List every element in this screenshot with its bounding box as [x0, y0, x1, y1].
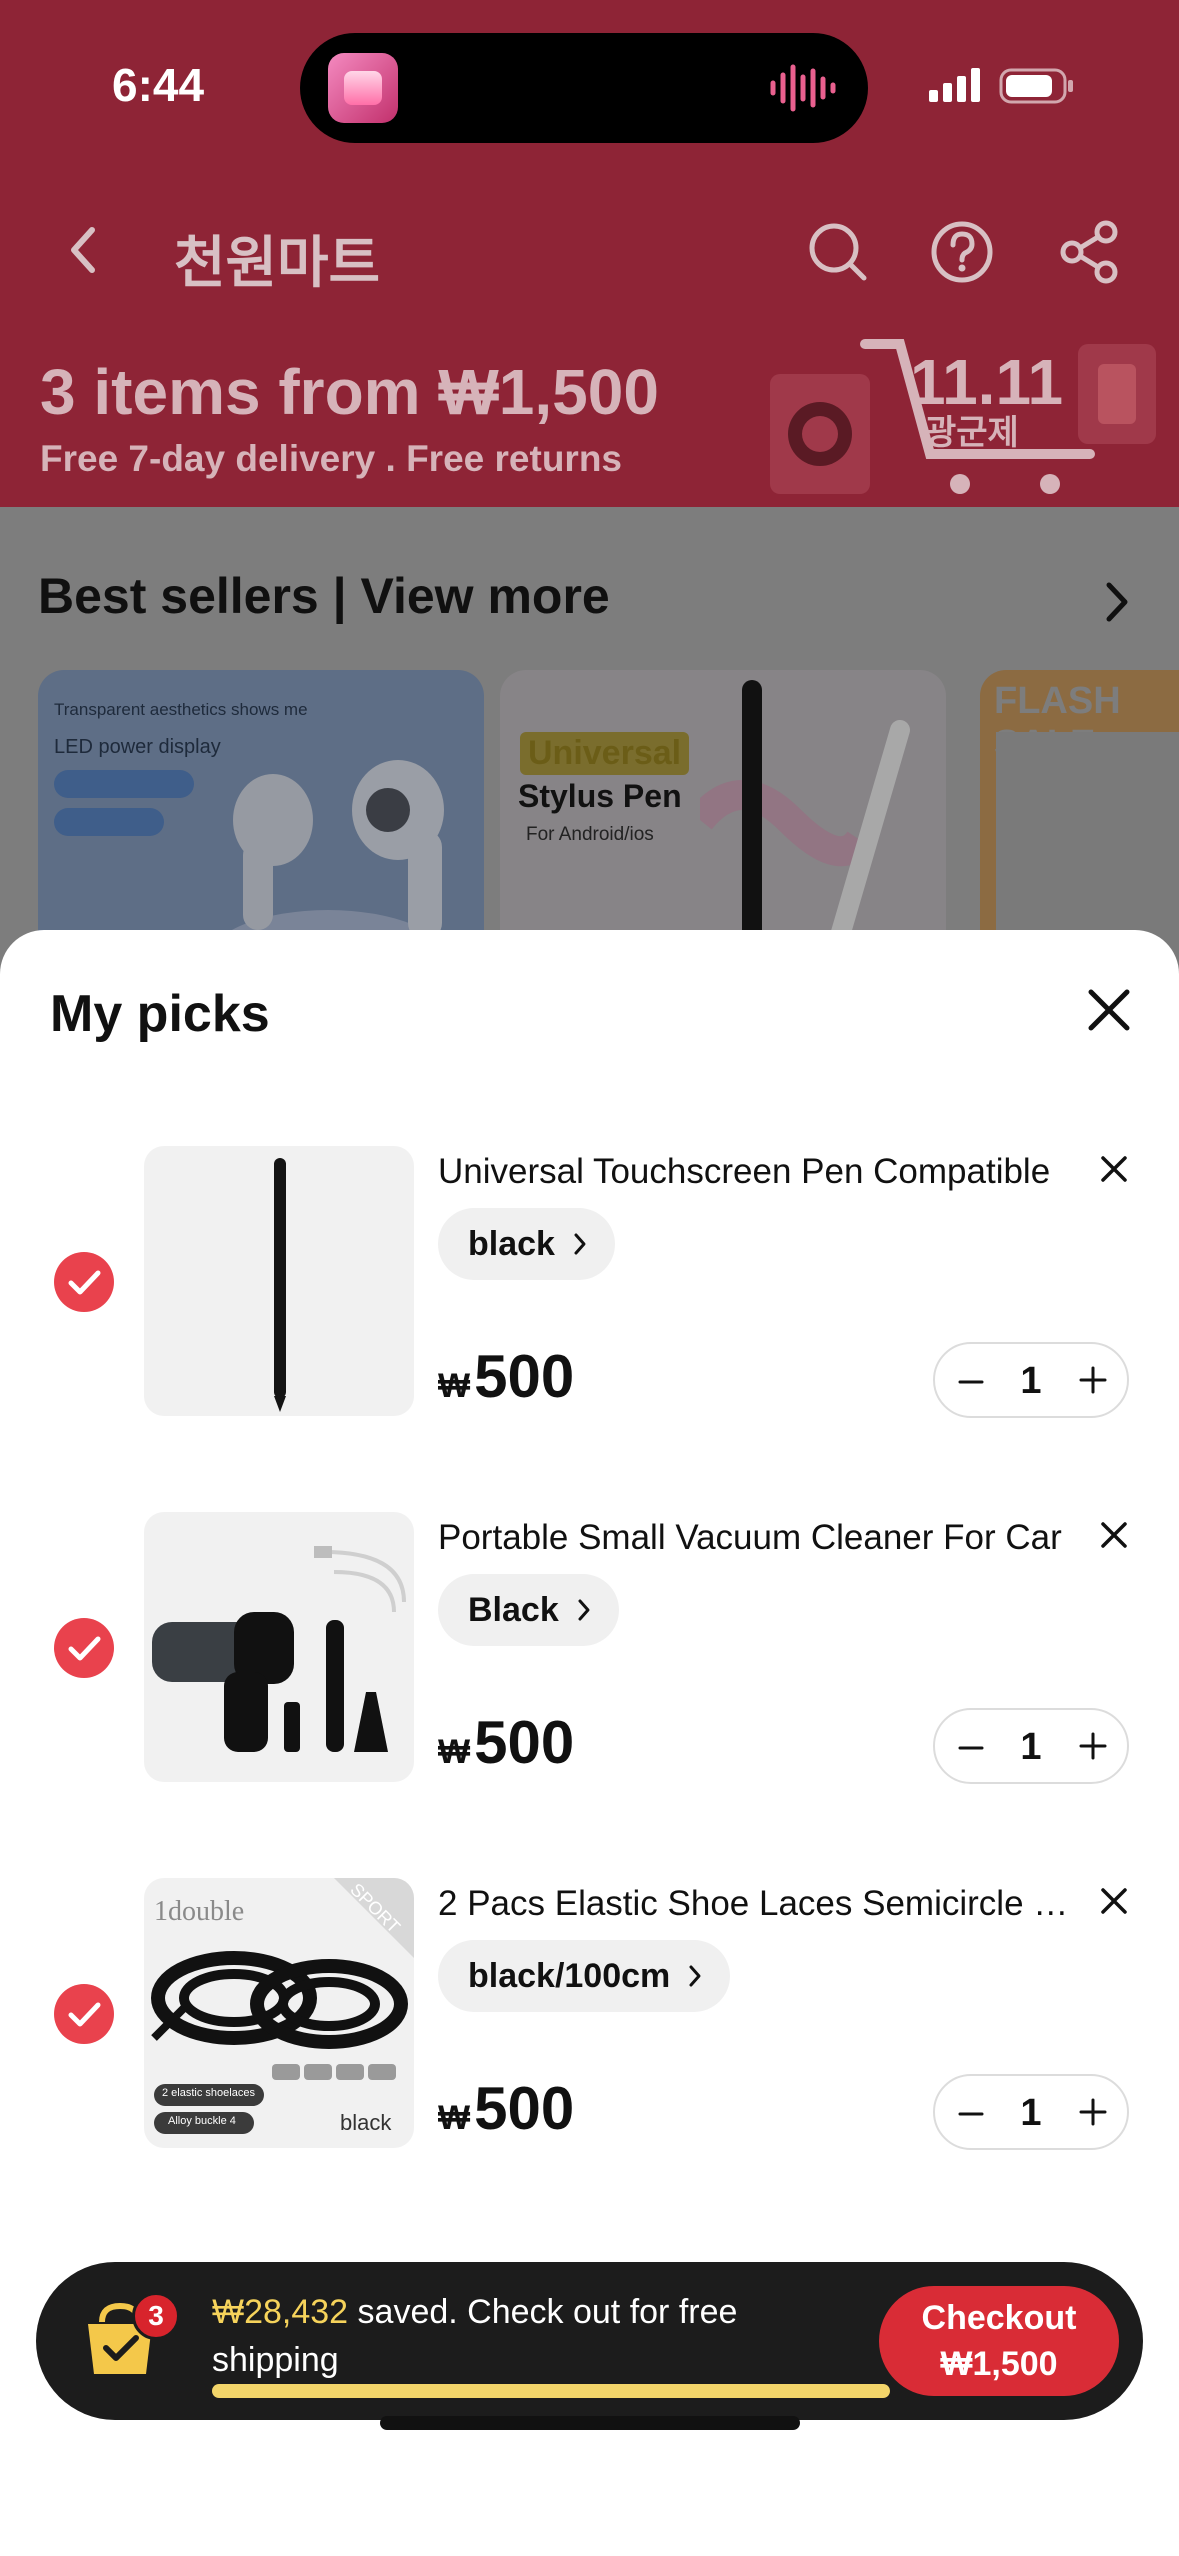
cart-item: Portable Small Vacuum Cleaner For Car Bl… — [0, 1512, 1179, 1792]
store-name: 천원마트 — [174, 231, 381, 294]
product-title[interactable]: 2 Pacs Elastic Shoe Laces Semicircle Laz… — [438, 1884, 1078, 1924]
status-icons — [929, 68, 1073, 104]
help-icon[interactable] — [930, 220, 994, 284]
chevron-right-icon — [578, 1599, 590, 1621]
product-card-flash-sale[interactable]: FLASH SALE — [980, 670, 1179, 970]
product-title[interactable]: Universal Touchscreen Pen Compatible — [438, 1152, 1078, 1192]
card-pill — [54, 808, 164, 836]
savings-message: ₩28,432 saved. Check out for free shippi… — [212, 2288, 772, 2384]
chevron-right-icon — [574, 1233, 586, 1255]
card-caption: For Android/ios — [526, 824, 654, 845]
sheet-title: My picks — [50, 985, 270, 1043]
image-text: 1double — [154, 1896, 245, 1927]
remove-item-icon[interactable] — [1099, 1154, 1129, 1184]
promo-title: 3 items from ₩1,500 — [40, 356, 659, 428]
product-title[interactable]: Portable Small Vacuum Cleaner For Car — [438, 1518, 1078, 1558]
checkout-label: Checkout — [921, 2299, 1077, 2337]
signal-icon — [929, 68, 980, 102]
battery-icon — [999, 68, 1073, 104]
audio-wave-icon — [770, 64, 836, 112]
price-amount: 500 — [474, 2075, 575, 2142]
variant-selector[interactable]: Black — [438, 1574, 619, 1646]
dynamic-island — [300, 33, 868, 143]
best-sellers-title[interactable]: Best sellers | View more — [38, 567, 610, 625]
live-activity-app-icon — [328, 53, 398, 123]
image-text: black — [340, 2110, 392, 2135]
checkbox-checked-icon[interactable] — [54, 1984, 114, 2044]
promo-subtitle: Free 7-day delivery . Free returns — [40, 438, 622, 479]
my-picks-sheet: My picks Universal Touchscreen Pen Compa… — [0, 930, 1179, 2556]
variant-label: black/100cm — [468, 1956, 671, 1995]
checkout-total: ₩1,500 — [940, 2345, 1058, 2383]
free-shipping-progress-bar — [212, 2384, 890, 2398]
quantity-stepper: 1 — [933, 2074, 1129, 2150]
quantity-stepper: 1 — [933, 1708, 1129, 1784]
store-header: 6:44 천원마트 3 items from ₩1,500 Free 7-day… — [0, 0, 1179, 507]
plus-icon[interactable] — [1077, 1364, 1109, 1396]
chevron-right-icon — [689, 1965, 701, 1987]
svg-text:11.11: 11.11 — [910, 346, 1063, 418]
best-sellers-section: Best sellers | View more Transparent aes… — [0, 507, 1179, 970]
stylus-image — [700, 680, 910, 970]
price-amount: 500 — [474, 1343, 575, 1410]
cart-item: Universal Touchscreen Pen Compatible bla… — [0, 1146, 1179, 1426]
checkout-bar: 3 ₩28,432 saved. Check out for free ship… — [36, 2262, 1143, 2420]
variant-selector[interactable]: black — [438, 1208, 615, 1280]
checkout-button[interactable]: Checkout ₩1,500 — [879, 2286, 1119, 2396]
product-card-stylus[interactable]: Universal Stylus Pen For Android/ios — [500, 670, 946, 970]
cart-count-badge: 3 — [132, 2292, 180, 2340]
svg-text:광군제: 광군제 — [925, 413, 1019, 453]
variant-selector[interactable]: black/100cm — [438, 1940, 731, 2012]
price-amount: 500 — [474, 1709, 575, 1776]
currency-symbol: ₩ — [438, 1367, 471, 1405]
remove-item-icon[interactable] — [1099, 1886, 1129, 1916]
product-price: ₩500 — [438, 1342, 574, 1411]
product-card-earbuds[interactable]: Transparent aesthetics shows me LED powe… — [38, 670, 484, 970]
remove-item-icon[interactable] — [1099, 1520, 1129, 1550]
plus-icon[interactable] — [1077, 2096, 1109, 2128]
close-icon[interactable] — [1085, 986, 1133, 1034]
product-image-vacuum[interactable] — [144, 1512, 414, 1782]
cart-item: 1double SPORT 2 elastic shoelaces Alloy … — [0, 1878, 1179, 2158]
plus-icon[interactable] — [1077, 1730, 1109, 1762]
back-arrow-icon[interactable] — [64, 220, 104, 280]
search-icon[interactable] — [806, 220, 870, 284]
card-tag: Universal — [520, 732, 690, 775]
quantity-stepper: 1 — [933, 1342, 1129, 1418]
checkbox-checked-icon[interactable] — [54, 1252, 114, 1312]
variant-label: Black — [468, 1590, 559, 1629]
savings-amount: ₩28,432 — [212, 2293, 349, 2331]
image-text: Alloy buckle 4 — [168, 2115, 236, 2127]
image-text: 2 elastic shoelaces — [162, 2087, 255, 2099]
variant-label: black — [468, 1224, 555, 1263]
product-price: ₩500 — [438, 2074, 574, 2143]
status-time: 6:44 — [112, 59, 205, 111]
checkbox-checked-icon[interactable] — [54, 1618, 114, 1678]
currency-symbol: ₩ — [438, 1733, 471, 1771]
sale-event-logo: 11.11 광군제 — [770, 339, 1156, 494]
home-indicator[interactable] — [380, 2416, 800, 2430]
product-image-stylus[interactable] — [144, 1146, 414, 1416]
card-pill — [54, 770, 194, 798]
card-caption: Transparent aesthetics shows me — [54, 700, 308, 719]
share-icon[interactable] — [1058, 220, 1122, 284]
currency-symbol: ₩ — [438, 2099, 471, 2137]
card-product-name: Stylus Pen — [518, 778, 682, 814]
product-image-shoelaces[interactable]: 1double SPORT 2 elastic shoelaces Alloy … — [144, 1878, 414, 2148]
chevron-right-icon[interactable] — [1101, 577, 1131, 627]
product-price: ₩500 — [438, 1708, 574, 1777]
